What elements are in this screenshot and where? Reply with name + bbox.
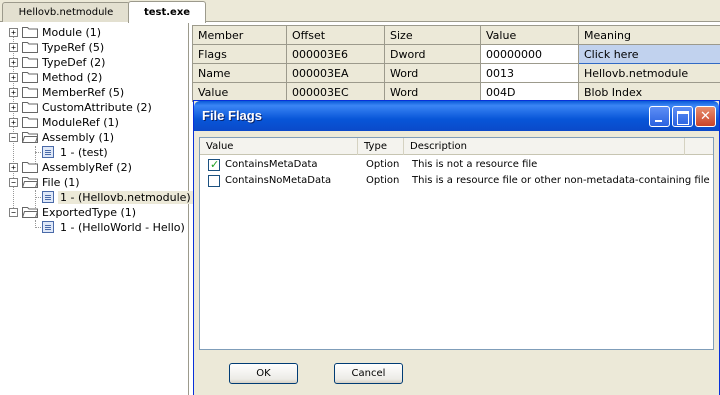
cell-value-input[interactable]: 00000000: [480, 44, 579, 64]
column-header-value[interactable]: Value: [480, 25, 579, 45]
maximize-button[interactable]: [672, 106, 693, 127]
dialog-title: File Flags: [202, 108, 262, 123]
click-here-button[interactable]: Click here: [578, 44, 720, 64]
metadata-tree[interactable]: + Module (1) + TypeRef (5) + TypeDef (2)…: [0, 22, 193, 395]
column-header-member[interactable]: Member: [192, 25, 287, 45]
folder-icon: [22, 27, 38, 38]
folder-icon: [22, 162, 38, 173]
close-button[interactable]: ✕: [695, 106, 716, 127]
minimize-button[interactable]: [649, 106, 670, 127]
expand-icon[interactable]: +: [9, 118, 18, 127]
minimize-icon: [650, 107, 669, 126]
tree-node-label: File (1): [42, 175, 80, 189]
column-header-value[interactable]: Value: [200, 138, 358, 155]
column-header-offset[interactable]: Offset: [286, 25, 385, 45]
tab-bar: Hellovb.netmodule test.exe: [0, 0, 720, 23]
tree-node-label-selected: 1 - (Hellovb.netmodule): [58, 190, 193, 204]
cell-size: Word: [384, 82, 481, 102]
cell-size: Word: [384, 63, 481, 83]
flag-value: ContainsMetaData: [225, 159, 318, 170]
tree-node-label: Assembly (1): [42, 130, 115, 144]
close-icon: ✕: [700, 109, 711, 124]
flag-checkbox[interactable]: [208, 175, 220, 187]
tree-node-label: MemberRef (5): [42, 85, 125, 99]
expand-icon[interactable]: +: [9, 58, 18, 67]
tree-node-label: Method (2): [42, 70, 103, 84]
cancel-button[interactable]: Cancel: [334, 363, 403, 384]
column-header-size[interactable]: Size: [384, 25, 481, 45]
tree-node-label: TypeRef (5): [42, 40, 105, 54]
ok-button[interactable]: OK: [229, 363, 298, 384]
cell-member: Value: [192, 82, 287, 102]
tab-test-exe[interactable]: test.exe: [128, 1, 206, 23]
list-item[interactable]: ContainsMetaData Option This is not a re…: [200, 157, 713, 173]
tree-node-label: CustomAttribute (2): [42, 100, 152, 114]
cell-value-input[interactable]: 0013: [480, 63, 579, 83]
tree-node-label: ModuleRef (1): [42, 115, 119, 129]
property-grid: Member Offset Size Value Meaning Flags 0…: [192, 25, 720, 102]
cell-offset: 000003E6: [286, 44, 385, 64]
tree-node-label: Module (1): [42, 25, 102, 39]
flags-list[interactable]: Value Type Description ContainsMetaData …: [199, 137, 714, 350]
cell-value-input[interactable]: 004D: [480, 82, 579, 102]
flag-checkbox[interactable]: [208, 158, 220, 171]
grid-header-row: Member Offset Size Value Meaning: [192, 25, 720, 45]
cell-meaning: Blob Index: [578, 82, 720, 102]
tab-hellovb-netmodule[interactable]: Hellovb.netmodule: [2, 2, 130, 22]
open-folder-icon: [22, 207, 38, 218]
collapse-icon[interactable]: −: [9, 208, 18, 217]
tree-node-label: TypeDef (2): [42, 55, 106, 69]
grid-row-name: Name 000003EA Word 0013 Hellovb.netmodul…: [192, 63, 720, 83]
grid-row-value: Value 000003EC Word 004D Blob Index: [192, 82, 720, 102]
list-header: Value Type Description: [200, 138, 713, 155]
tree-node-label: AssemblyRef (2): [42, 160, 132, 174]
folder-icon: [22, 57, 38, 68]
folder-icon: [22, 87, 38, 98]
expand-icon[interactable]: +: [9, 88, 18, 97]
cell-member: Name: [192, 63, 287, 83]
tree-node-label: 1 - (HelloWorld - Hello): [60, 220, 185, 234]
cell-member: Flags: [192, 44, 287, 64]
expand-icon[interactable]: +: [9, 73, 18, 82]
flag-description: This is not a resource file: [412, 159, 538, 170]
tree-node-label: 1 - (test): [60, 145, 108, 159]
column-header-meaning[interactable]: Meaning: [578, 25, 720, 45]
record-icon: [42, 146, 54, 158]
cell-meaning: Hellovb.netmodule: [578, 63, 720, 83]
file-flags-dialog: File Flags ✕ Value Type Description Cont…: [193, 100, 720, 395]
cell-offset: 000003EC: [286, 82, 385, 102]
expand-icon[interactable]: +: [9, 43, 18, 52]
flag-type: Option: [366, 159, 400, 170]
flag-value: ContainsNoMetaData: [225, 175, 332, 186]
folder-icon: [22, 117, 38, 128]
record-icon: [42, 221, 54, 233]
tree-node-label: ExportedType (1): [42, 205, 137, 219]
record-icon: [42, 191, 54, 203]
cell-size: Dword: [384, 44, 481, 64]
grid-row-flags: Flags 000003E6 Dword 00000000 Click here: [192, 44, 720, 64]
expand-icon[interactable]: +: [9, 163, 18, 172]
folder-icon: [22, 72, 38, 83]
collapse-icon[interactable]: −: [9, 178, 18, 187]
cell-offset: 000003EA: [286, 63, 385, 83]
folder-icon: [22, 102, 38, 113]
column-header-type[interactable]: Type: [358, 138, 404, 155]
expand-icon[interactable]: +: [9, 28, 18, 37]
flag-type: Option: [366, 175, 400, 186]
folder-icon: [22, 42, 38, 53]
open-folder-icon: [22, 132, 38, 143]
expand-icon[interactable]: +: [9, 103, 18, 112]
maximize-icon: [673, 107, 692, 126]
dialog-titlebar[interactable]: File Flags ✕: [194, 101, 719, 131]
collapse-icon[interactable]: −: [9, 133, 18, 142]
list-item[interactable]: ContainsNoMetaData Option This is a reso…: [200, 173, 713, 189]
open-folder-icon: [22, 177, 38, 188]
flag-description: This is a resource file or other non-met…: [412, 175, 710, 186]
column-header-description[interactable]: Description: [404, 138, 685, 155]
